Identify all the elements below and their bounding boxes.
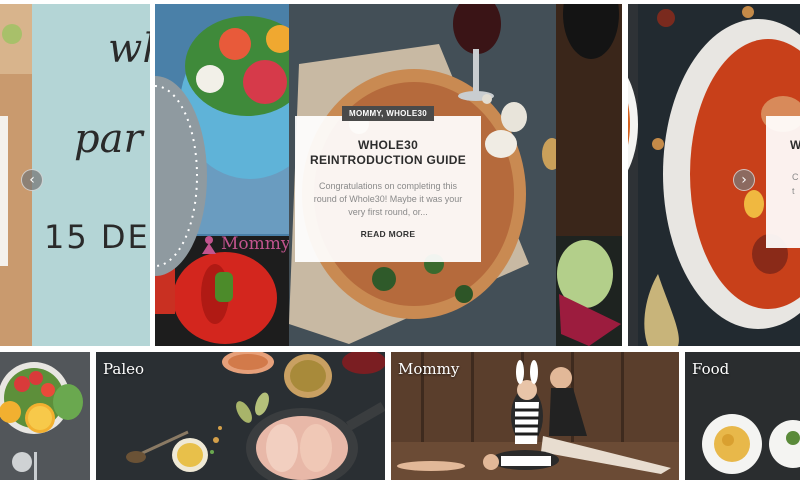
curry-post-card: W C t: [766, 116, 800, 248]
category-label: Mommy: [398, 360, 460, 378]
category-tile-food[interactable]: Food: [685, 352, 800, 480]
category-tile-paleo[interactable]: Paleo: [96, 352, 385, 480]
printable-title-fragment-1: wh: [108, 26, 150, 72]
chevron-left-icon: ‹: [29, 172, 35, 188]
read-more-link[interactable]: READ MORE: [295, 229, 481, 239]
slider-next-button[interactable]: ›: [733, 169, 755, 191]
post-title[interactable]: WHOLE30 REINTRODUCTION GUIDE: [295, 138, 481, 168]
chevron-right-icon: ›: [741, 172, 747, 188]
mommy-logo: Mommy: [199, 234, 289, 254]
mommy-logo-figure-icon: [202, 236, 216, 254]
curry-excerpt-fragment-1: C: [792, 172, 799, 182]
slide-curry[interactable]: W C t: [628, 4, 800, 346]
slide-divider: [622, 4, 628, 346]
category-label: Paleo: [103, 360, 145, 378]
salad-tile-image: [0, 352, 90, 480]
slide-featured-post[interactable]: MOMMY, WHOLE30 WHOLE30 REINTRODUCTION GU…: [289, 4, 622, 346]
slider-prev-button[interactable]: ‹: [21, 169, 43, 191]
category-label: Food: [692, 360, 730, 378]
post-excerpt: Congratulations on completing this round…: [313, 181, 463, 217]
curry-excerpt-fragment-2: t: [792, 186, 795, 196]
category-tile-salad[interactable]: [0, 352, 90, 480]
printable-title-fragment-2: par: [74, 116, 143, 162]
slide-divider: [150, 4, 155, 346]
post-card: MOMMY, WHOLE30 WHOLE30 REINTRODUCTION GU…: [295, 106, 481, 262]
slide-salad-collage[interactable]: Mommy: [155, 4, 289, 346]
post-category-tag[interactable]: MOMMY, WHOLE30: [342, 106, 434, 121]
featured-slider: wh par 15 DELIC: [0, 4, 800, 346]
mommy-logo-text: Mommy: [221, 234, 289, 254]
curry-title-fragment[interactable]: W: [790, 138, 800, 152]
category-tiles: Paleo Mommy Food: [0, 352, 800, 480]
printable-title-fragment-3: 15 DELIC: [44, 218, 150, 256]
category-tile-mommy[interactable]: Mommy: [391, 352, 679, 480]
